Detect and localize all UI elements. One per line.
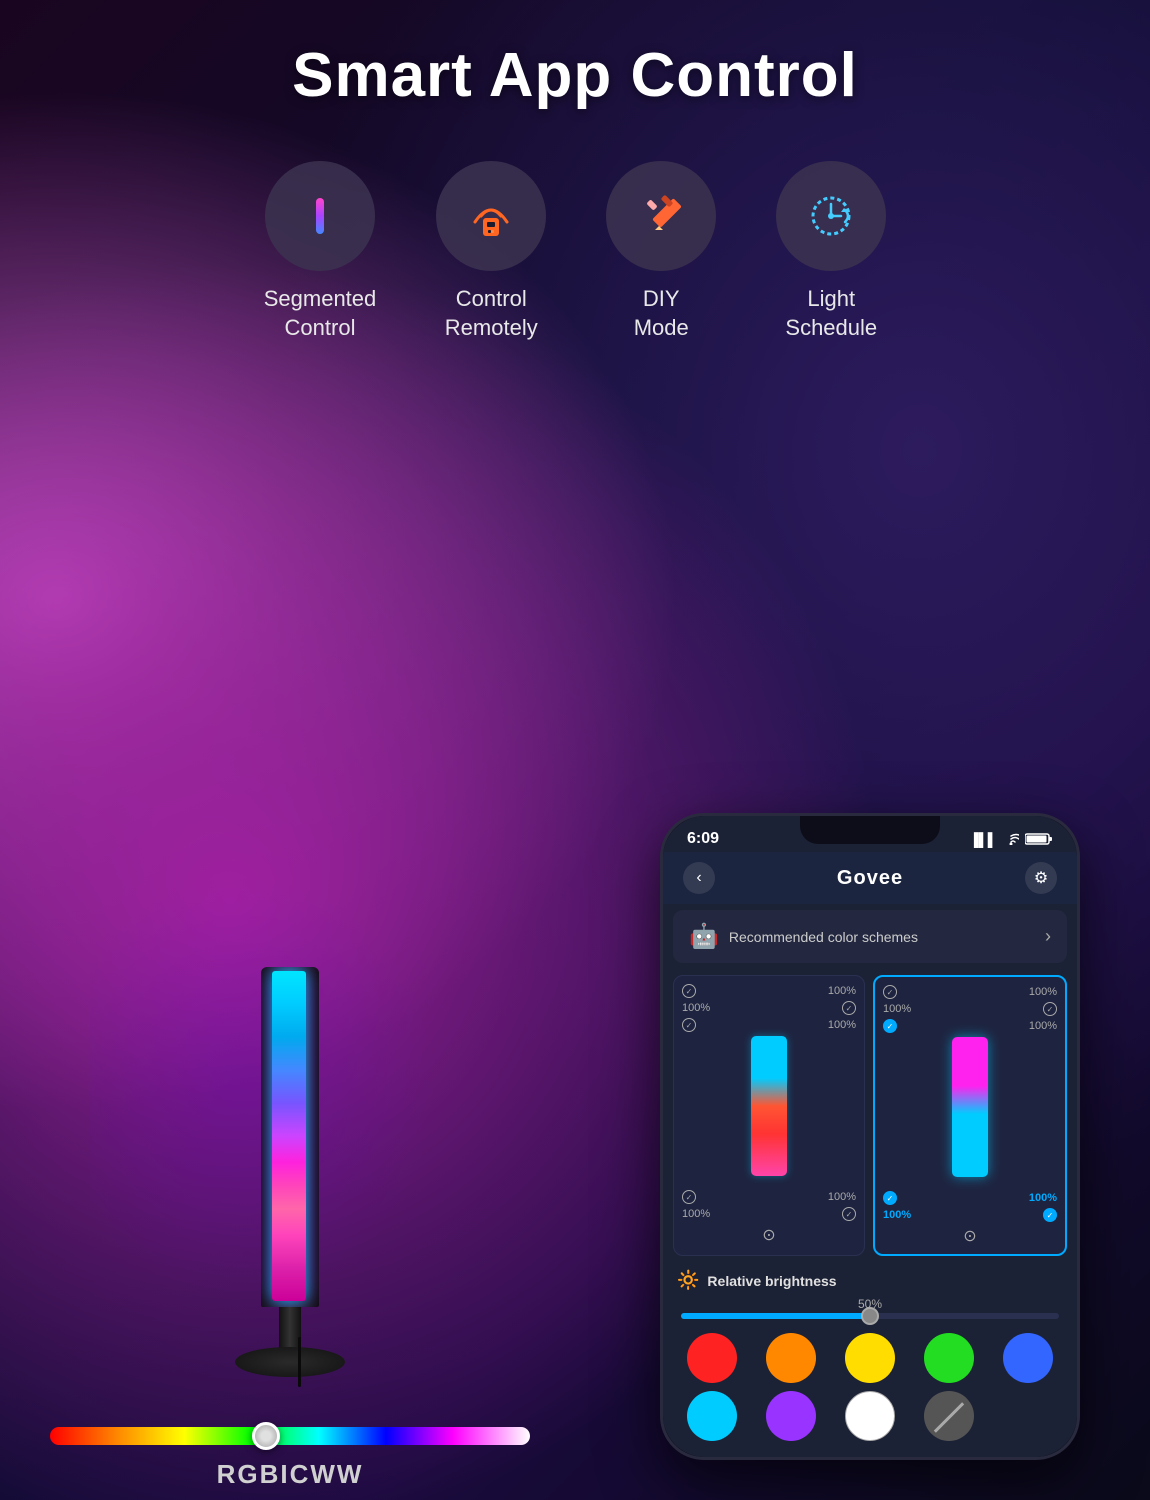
- segment-row-2: 100% ✓: [682, 1001, 856, 1015]
- segment-row-r4: ✓ 100%: [883, 1191, 1057, 1205]
- swatch-none[interactable]: [924, 1391, 974, 1441]
- remote-icon: [461, 186, 521, 246]
- brightness-slider[interactable]: [681, 1313, 1059, 1319]
- brightness-section: 🔆 Relative brightness 50%: [663, 1262, 1077, 1323]
- segmented-control-icon: [294, 190, 346, 242]
- right-color-bar: [952, 1037, 988, 1177]
- swatch-yellow[interactable]: [845, 1333, 895, 1383]
- phone-outer: 6:09 ▐▌▌: [660, 813, 1080, 1460]
- check-r1[interactable]: ✓: [883, 985, 897, 999]
- check-2[interactable]: ✓: [842, 1001, 856, 1015]
- swatch-green[interactable]: [924, 1333, 974, 1383]
- color-palette: [663, 1323, 1077, 1457]
- sun-icon: 🔆: [677, 1270, 699, 1291]
- features-row: SegmentedControl ControlRemotely: [0, 161, 1150, 342]
- segment-row-1: ✓ 100%: [682, 984, 856, 998]
- segment-row-3: ✓ 100%: [682, 1018, 856, 1032]
- robot-icon: 🤖: [689, 922, 719, 951]
- check-5[interactable]: ✓: [842, 1207, 856, 1221]
- light-schedule-label: LightSchedule: [785, 285, 877, 342]
- segment-row-5: 100% ✓: [682, 1207, 856, 1221]
- brightness-slider-fill: [681, 1313, 870, 1319]
- feature-control-remotely: ControlRemotely: [436, 161, 546, 342]
- swatch-white[interactable]: [845, 1391, 895, 1441]
- brightness-label: Relative brightness: [707, 1273, 836, 1289]
- panel-left-bottom: ⊙: [682, 1225, 856, 1245]
- lamp-light-strip: [272, 971, 306, 1301]
- swatch-orange[interactable]: [766, 1333, 816, 1383]
- check-r5[interactable]: ✓: [1043, 1208, 1057, 1222]
- left-color-bar: [751, 1036, 787, 1176]
- segmented-control-label: SegmentedControl: [264, 285, 377, 342]
- status-time: 6:09: [687, 830, 719, 848]
- clock-icon: [803, 188, 859, 244]
- segment-row-r5: 100% ✓: [883, 1208, 1057, 1222]
- recommended-arrow-icon: ›: [1045, 926, 1051, 947]
- swatch-red[interactable]: [687, 1333, 737, 1383]
- right-color-panel[interactable]: ✓ 100% 100% ✓ ✓ 100%: [873, 975, 1067, 1256]
- check-r4[interactable]: ✓: [883, 1191, 897, 1205]
- check-r2[interactable]: ✓: [1043, 1002, 1057, 1016]
- gear-icon: ⚙: [1034, 868, 1048, 888]
- page-title: Smart App Control: [292, 40, 858, 111]
- color-slider-track[interactable]: [50, 1427, 530, 1445]
- diy-mode-icon-circle: [606, 161, 716, 271]
- segment-row-r1: ✓ 100%: [883, 985, 1057, 999]
- lamp-body: [261, 967, 319, 1307]
- diy-mode-label: DIYMode: [634, 285, 689, 342]
- feature-diy-mode: DIYMode: [606, 161, 716, 342]
- segment-row-r3: ✓ 100%: [883, 1019, 1057, 1033]
- recommended-text: Recommended color schemes: [729, 929, 918, 945]
- color-slider-section: RGBICWW: [50, 1427, 530, 1500]
- lamp-base: [235, 1347, 345, 1377]
- page-content: Smart App Control SegmentedControl: [0, 0, 1150, 1500]
- segment-row-4: ✓ 100%: [682, 1190, 856, 1204]
- phone-screen: 6:09 ▐▌▌: [663, 816, 1077, 1457]
- phone-side: 6:09 ▐▌▌: [620, 813, 1120, 1500]
- pencil-icon: [633, 188, 689, 244]
- brightness-header: 🔆 Relative brightness: [677, 1270, 1063, 1291]
- left-color-panel[interactable]: ✓ 100% 100% ✓ ✓ 100%: [673, 975, 865, 1256]
- lamp-cable: [298, 1337, 301, 1387]
- segmented-control-icon-circle: [265, 161, 375, 271]
- swatch-cyan[interactable]: [687, 1391, 737, 1441]
- check-1[interactable]: ✓: [682, 984, 696, 998]
- control-remotely-label: ControlRemotely: [445, 285, 538, 342]
- check-3[interactable]: ✓: [682, 1018, 696, 1032]
- check-4[interactable]: ✓: [682, 1190, 696, 1204]
- back-button[interactable]: ‹: [683, 862, 715, 894]
- lamp-side: RGBICWW: [30, 837, 550, 1500]
- main-section: RGBICWW 6:09 ▐▌▌: [0, 372, 1150, 1500]
- phone-notch: [800, 816, 940, 844]
- recommended-bar[interactable]: 🤖 Recommended color schemes ›: [673, 910, 1067, 963]
- app-title: Govee: [837, 867, 903, 890]
- recommended-left: 🤖 Recommended color schemes: [689, 922, 918, 951]
- feature-segmented-control: SegmentedControl: [264, 161, 377, 342]
- feature-light-schedule: LightSchedule: [776, 161, 886, 342]
- brightness-slider-thumb[interactable]: [861, 1307, 879, 1325]
- back-icon: ‹: [696, 869, 701, 887]
- settings-button[interactable]: ⚙: [1025, 862, 1057, 894]
- left-color-bar-container: [682, 1036, 856, 1186]
- wifi-icon: [1003, 833, 1019, 845]
- right-color-bar-container: [883, 1037, 1057, 1187]
- color-panels-row: ✓ 100% 100% ✓ ✓ 100%: [663, 969, 1077, 1262]
- light-schedule-icon-circle: [776, 161, 886, 271]
- rgbicww-label: RGBICWW: [50, 1459, 530, 1490]
- control-remotely-icon-circle: [436, 161, 546, 271]
- segment-row-r2: 100% ✓: [883, 1002, 1057, 1016]
- app-header: ‹ Govee ⚙: [663, 852, 1077, 904]
- swatch-purple[interactable]: [766, 1391, 816, 1441]
- lamp-wrapper: [150, 837, 430, 1387]
- signal-icon: ▐▌▌: [969, 832, 997, 847]
- status-icons: ▐▌▌: [969, 832, 1053, 847]
- color-slider-thumb[interactable]: [252, 1422, 280, 1450]
- battery-icon: [1025, 832, 1053, 846]
- swatch-blue[interactable]: [1003, 1333, 1053, 1383]
- panel-right-bottom: ⊙: [883, 1226, 1057, 1246]
- check-r3[interactable]: ✓: [883, 1019, 897, 1033]
